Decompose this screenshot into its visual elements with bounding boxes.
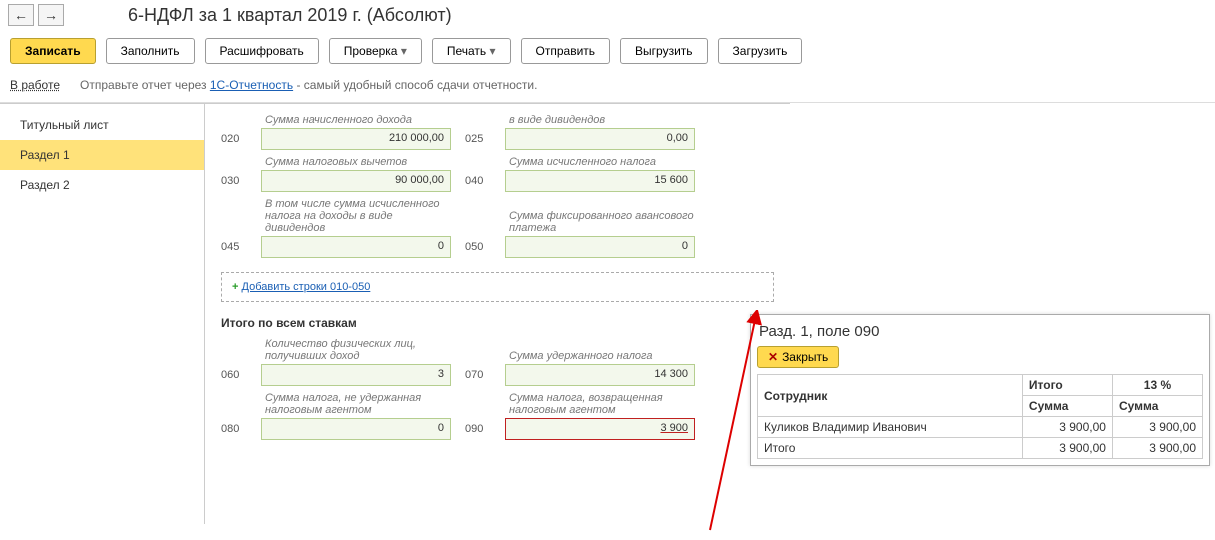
col-total: Итого [1022, 375, 1112, 396]
sidebar-item-title-page[interactable]: Титульный лист [0, 110, 204, 140]
label-080: Сумма налога, не удержанная налоговым аг… [221, 390, 451, 418]
sidebar-item-section-2[interactable]: Раздел 2 [0, 170, 204, 200]
table-total-row: Итого 3 900,00 3 900,00 [758, 438, 1203, 459]
cell-total-s1: 3 900,00 [1022, 438, 1112, 459]
fill-button[interactable]: Заполнить [106, 38, 195, 64]
code-090: 090 [465, 423, 505, 435]
code-045: 045 [221, 241, 261, 253]
totals-header: Итого по всем ставкам [221, 316, 774, 330]
input-080[interactable]: 0 [261, 418, 451, 440]
label-045: В том числе сумма исчисленного налога на… [221, 196, 451, 236]
forward-button[interactable]: → [38, 4, 64, 26]
label-030: Сумма налоговых вычетов [221, 154, 451, 170]
import-button[interactable]: Загрузить [718, 38, 803, 64]
label-025: в виде дивидендов [465, 112, 695, 128]
input-090[interactable]: 3 900 [505, 418, 695, 440]
cell-sum2: 3 900,00 [1112, 417, 1202, 438]
popup-title: Разд. 1, поле 090 [759, 323, 1201, 340]
input-030[interactable]: 90 000,00 [261, 170, 451, 192]
label-090: Сумма налога, возвращенная налоговым аге… [465, 390, 695, 418]
decode-button[interactable]: Расшифровать [205, 38, 319, 64]
input-040[interactable]: 15 600 [505, 170, 695, 192]
col-employee: Сотрудник [758, 375, 1023, 417]
back-button[interactable]: ← [8, 4, 34, 26]
form-content: Сумма начисленного дохода 020 210 000,00… [205, 104, 790, 524]
cell-total-s2: 3 900,00 [1112, 438, 1202, 459]
code-020: 020 [221, 133, 261, 145]
code-030: 030 [221, 175, 261, 187]
code-025: 025 [465, 133, 505, 145]
export-button[interactable]: Выгрузить [620, 38, 708, 64]
table-row[interactable]: Куликов Владимир Иванович 3 900,00 3 900… [758, 417, 1203, 438]
col-sum1: Сумма [1022, 396, 1112, 417]
close-icon: ✕ [768, 350, 778, 364]
label-040: Сумма исчисленного налога [465, 154, 695, 170]
check-dropdown[interactable]: Проверка [329, 38, 422, 64]
input-070[interactable]: 14 300 [505, 364, 695, 386]
status-info-pre: Отправьте отчет через [80, 78, 210, 92]
sidebar: Титульный лист Раздел 1 Раздел 2 [0, 104, 205, 524]
cell-total-label: Итого [758, 438, 1023, 459]
label-050: Сумма фиксированного авансового платежа [465, 208, 695, 236]
input-045[interactable]: 0 [261, 236, 451, 258]
col-sum2: Сумма [1112, 396, 1202, 417]
label-070: Сумма удержанного налога [465, 348, 695, 364]
input-060[interactable]: 3 [261, 364, 451, 386]
cell-employee-name: Куликов Владимир Иванович [758, 417, 1023, 438]
input-050[interactable]: 0 [505, 236, 695, 258]
detail-table: Сотрудник Итого 13 % Сумма Сумма Куликов… [757, 374, 1203, 459]
print-dropdown[interactable]: Печать [432, 38, 511, 64]
plus-icon: + [232, 281, 238, 293]
code-060: 060 [221, 369, 261, 381]
input-025[interactable]: 0,00 [505, 128, 695, 150]
report-service-link[interactable]: 1С-Отчетность [210, 78, 293, 92]
add-rows-link[interactable]: Добавить строки 010-050 [242, 281, 371, 293]
code-040: 040 [465, 175, 505, 187]
input-020[interactable]: 210 000,00 [261, 128, 451, 150]
cell-sum1: 3 900,00 [1022, 417, 1112, 438]
close-popup-button[interactable]: ✕ Закрыть [757, 346, 839, 368]
code-050: 050 [465, 241, 505, 253]
status-info-post: - самый удобный способ сдачи отчетности. [293, 78, 537, 92]
label-020: Сумма начисленного дохода [221, 112, 451, 128]
detail-popup: Разд. 1, поле 090 ✕ Закрыть Сотрудник Ит… [750, 314, 1210, 466]
save-button[interactable]: Записать [10, 38, 96, 64]
label-060: Количество физических лиц, получивших до… [221, 336, 451, 364]
sidebar-item-section-1[interactable]: Раздел 1 [0, 140, 204, 170]
code-070: 070 [465, 369, 505, 381]
code-080: 080 [221, 423, 261, 435]
send-button[interactable]: Отправить [521, 38, 611, 64]
toolbar: Записать Заполнить Расшифровать Проверка… [0, 30, 1215, 72]
status-info: Отправьте отчет через 1С-Отчетность - са… [80, 78, 537, 92]
page-title: 6-НДФЛ за 1 квартал 2019 г. (Абсолют) [128, 5, 452, 26]
status-state-link[interactable]: В работе [10, 78, 60, 92]
col-rate: 13 % [1112, 375, 1202, 396]
close-label: Закрыть [782, 350, 828, 364]
add-rows-box: + Добавить строки 010-050 [221, 272, 774, 302]
